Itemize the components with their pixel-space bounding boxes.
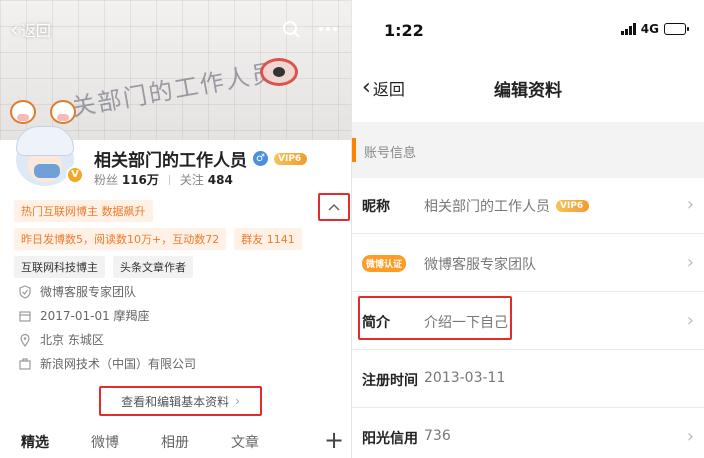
back-button[interactable]: ‹ 返回	[362, 76, 405, 100]
edit-profile-label: 查看和编辑基本资料	[121, 394, 230, 409]
tab-articles[interactable]: 文章	[210, 432, 280, 452]
verify-badge: 微博认证	[362, 255, 407, 272]
more-icon[interactable]	[318, 20, 338, 38]
chevron-right-icon: ›	[686, 310, 694, 331]
nav-bar: 编辑资料 ‹ 返回	[352, 70, 704, 106]
chevron-left-icon: ‹	[362, 75, 371, 100]
banner-scribble: 关部门的工作人员	[69, 58, 280, 122]
profile-tabs: 精选 微博 相册 文章 +	[0, 426, 352, 454]
verify-value: 微博客服专家团队	[424, 257, 536, 273]
avatar-decoration	[10, 100, 76, 124]
back-label: 返回	[372, 80, 405, 99]
tab-album[interactable]: 相册	[140, 432, 210, 452]
info-company: 新浪网技术（中国）有限公司	[18, 355, 196, 372]
chevron-right-icon: ›	[235, 394, 240, 408]
info-verified: 微博客服专家团队	[18, 283, 136, 300]
cow-icon	[10, 100, 36, 124]
status-bar: 1:22 4G	[352, 0, 704, 58]
credit-value: 736	[424, 428, 451, 444]
divider	[168, 174, 170, 185]
edit-profile-page: 1:22 4G 编辑资料 ‹ 返回 账号信息 昵称 相关部门的工作人员 VIP6…	[352, 0, 704, 458]
collapse-button[interactable]	[318, 193, 350, 221]
following-stat[interactable]: 关注 484	[180, 171, 233, 188]
chevron-right-icon: ›	[686, 194, 694, 215]
profile-page: 关部门的工作人员 ‹ 返回 V 相关部门的工作人员 ♂ VIP6 粉丝 116万…	[0, 0, 352, 458]
category-tag[interactable]: 头条文章作者	[113, 256, 193, 278]
row-credit[interactable]: 阳光信用 736 ›	[352, 408, 704, 458]
row-label: 注册时间	[362, 373, 418, 389]
chevron-right-icon: ›	[686, 252, 694, 273]
hot-blogger-tag[interactable]: 热门互联网博主 数据飙升	[14, 200, 153, 222]
add-tab-icon[interactable]: +	[324, 426, 344, 454]
back-label: 返回	[20, 22, 51, 40]
verified-shield-icon	[19, 284, 31, 299]
status-time: 1:22	[384, 21, 424, 40]
location-icon	[20, 333, 30, 347]
avatar[interactable]: V	[10, 126, 84, 188]
edit-profile-link[interactable]: 查看和编辑基本资料 ›	[99, 386, 262, 416]
vip-badge: VIP6	[556, 200, 590, 212]
intro-highlight	[358, 296, 512, 340]
battery-icon	[664, 23, 689, 35]
chevron-right-icon: ›	[686, 426, 694, 447]
calendar-icon	[19, 310, 31, 322]
cow-icon	[50, 100, 76, 124]
group-tag[interactable]: 群友 1141	[234, 228, 302, 250]
fans-stat[interactable]: 粉丝 116万	[94, 171, 159, 188]
profile-name-row: 相关部门的工作人员 ♂ VIP6	[94, 146, 308, 171]
section-accent	[352, 138, 356, 162]
row-verification[interactable]: 微博认证 微博客服专家团队 ›	[352, 234, 704, 292]
signal-icon	[620, 23, 636, 35]
register-value: 2013-03-11	[424, 370, 506, 386]
category-tag[interactable]: 互联网科技博主	[14, 256, 105, 278]
info-birthday: 2017-01-01 摩羯座	[18, 307, 150, 324]
row-register-time: 注册时间 2013-03-11	[352, 350, 704, 408]
row-label: 昵称	[362, 199, 390, 215]
info-text: 新浪网技术（中国）有限公司	[40, 357, 197, 371]
chevron-left-icon: ‹	[10, 17, 19, 43]
daily-stats-tag[interactable]: 昨日发博数5，阅读数10万+，互动数72	[14, 228, 227, 250]
back-button[interactable]: ‹ 返回	[10, 17, 51, 43]
company-icon	[19, 357, 31, 370]
row-label: 阳光信用	[362, 431, 418, 447]
nickname-value: 相关部门的工作人员	[424, 199, 550, 215]
section-header: 账号信息	[352, 122, 704, 178]
info-text: 2017-01-01 摩羯座	[40, 309, 150, 323]
info-location: 北京 东城区	[18, 331, 104, 348]
banner-sticker	[260, 58, 298, 86]
verified-badge-icon: V	[66, 166, 84, 184]
tab-featured[interactable]: 精选	[0, 432, 70, 452]
profile-name: 相关部门的工作人员	[94, 151, 247, 171]
info-text: 北京 东城区	[40, 333, 104, 347]
profile-stats: 粉丝 116万 关注 484	[94, 171, 233, 188]
row-nickname[interactable]: 昵称 相关部门的工作人员 VIP6 ›	[352, 176, 704, 234]
info-text: 微博客服专家团队	[40, 285, 137, 299]
network-label: 4G	[640, 22, 659, 36]
section-title: 账号信息	[364, 146, 417, 161]
vip-badge[interactable]: VIP6	[274, 152, 308, 165]
chevron-up-icon	[328, 203, 340, 211]
search-icon[interactable]	[282, 20, 300, 38]
tab-weibo[interactable]: 微博	[70, 432, 140, 452]
male-icon: ♂	[253, 151, 268, 166]
